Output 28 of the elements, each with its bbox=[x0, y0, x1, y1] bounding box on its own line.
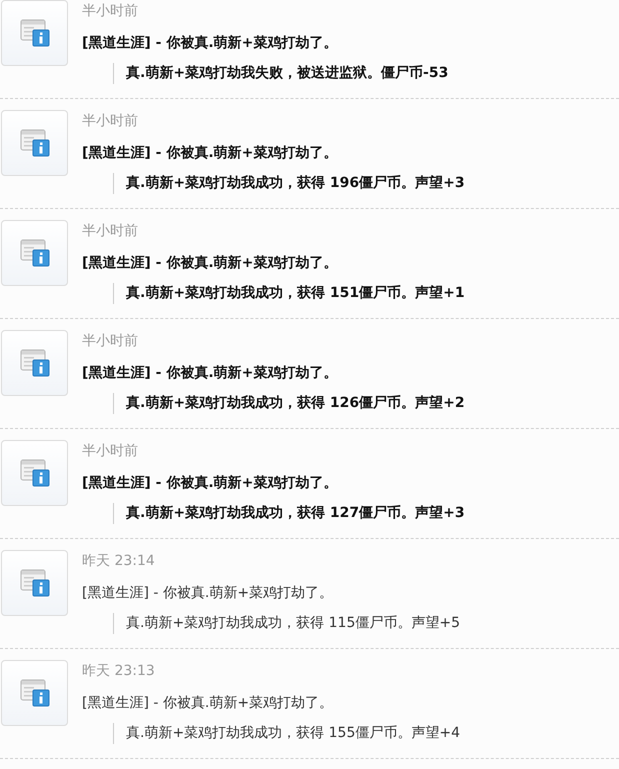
notice-detail: 真.萌新+菜鸡打劫我成功，获得 151僵尸币。声望+1 bbox=[113, 283, 465, 304]
notice-title: [黑道生涯] - 你被真.萌新+菜鸡打劫了。 bbox=[82, 144, 338, 163]
info-window-icon bbox=[20, 129, 50, 157]
notice-detail: 真.萌新+菜鸡打劫我成功，获得 127僵尸币。声望+3 bbox=[113, 503, 465, 524]
notice-title: [黑道生涯] - 你被真.萌新+菜鸡打劫了。 bbox=[82, 474, 338, 493]
info-window-icon bbox=[20, 349, 50, 377]
notice-detail: 真.萌新+菜鸡打劫我成功，获得 155僵尸币。声望+4 bbox=[113, 723, 460, 744]
info-window-icon bbox=[20, 239, 50, 267]
notice-title: [黑道生涯] - 你被真.萌新+菜鸡打劫了。 bbox=[82, 364, 338, 383]
notice-detail: 真.萌新+菜鸡打劫我成功，获得 126僵尸币。声望+2 bbox=[113, 393, 465, 414]
notice-title: [黑道生涯] - 你被真.萌新+菜鸡打劫了。 bbox=[82, 584, 334, 603]
notice-title: [黑道生涯] - 你被真.萌新+菜鸡打劫了。 bbox=[82, 694, 334, 713]
notice-time: 半小时前 bbox=[82, 332, 138, 351]
notice-time: 昨天 23:13 bbox=[82, 662, 155, 681]
info-window-icon bbox=[20, 459, 50, 487]
notice-time: 昨天 23:14 bbox=[82, 552, 155, 571]
notice-detail: 真.萌新+菜鸡打劫我失败，被送进监狱。僵尸币-53 bbox=[113, 63, 448, 84]
notice-time: 半小时前 bbox=[82, 222, 138, 241]
notice-title: [黑道生涯] - 你被真.萌新+菜鸡打劫了。 bbox=[82, 254, 338, 273]
notice-time: 半小时前 bbox=[82, 112, 138, 131]
notice-title: [黑道生涯] - 你被真.萌新+菜鸡打劫了。 bbox=[82, 34, 338, 53]
info-window-icon bbox=[20, 569, 50, 597]
notice-time: 半小时前 bbox=[82, 2, 138, 21]
info-window-icon bbox=[20, 679, 50, 707]
info-window-icon bbox=[20, 19, 50, 47]
notice-time: 半小时前 bbox=[82, 442, 138, 461]
notice-detail: 真.萌新+菜鸡打劫我成功，获得 196僵尸币。声望+3 bbox=[113, 173, 465, 194]
notice-detail: 真.萌新+菜鸡打劫我成功，获得 115僵尸币。声望+5 bbox=[113, 613, 460, 634]
